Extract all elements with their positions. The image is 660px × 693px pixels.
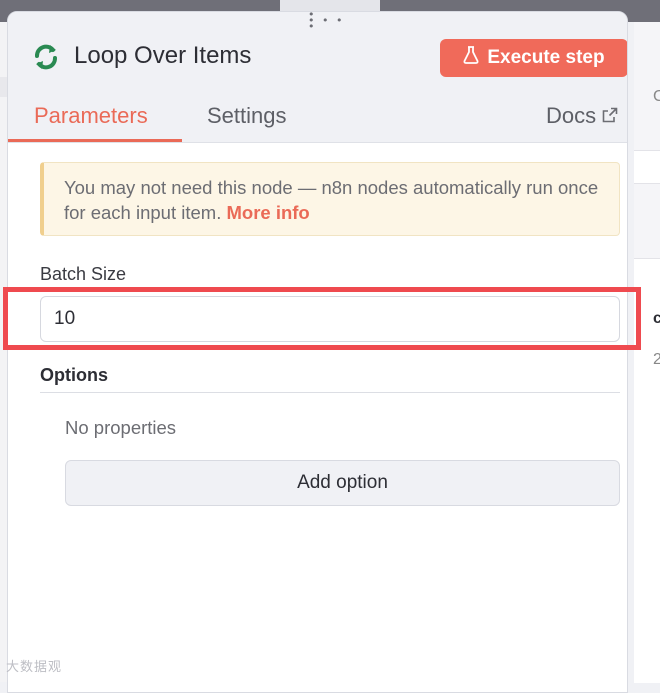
- no-properties-text: No properties: [65, 417, 177, 438]
- external-link-icon: [602, 103, 618, 129]
- node-title[interactable]: Loop Over Items: [74, 42, 251, 70]
- drag-handle-icon[interactable]: • • • •• • • •: [308, 12, 354, 32]
- notice-text: You may not need this node — n8n nodes a…: [64, 177, 599, 223]
- tab-docs[interactable]: Docs: [546, 103, 618, 129]
- cropped-glyph: c: [653, 310, 660, 327]
- add-option-button[interactable]: Add option: [65, 460, 620, 506]
- options-divider: [40, 392, 620, 393]
- tab-parameters[interactable]: Parameters: [34, 103, 148, 129]
- cropped-glyph: 2: [653, 351, 660, 368]
- watermark: 大数据观: [6, 659, 63, 674]
- tab-docs-label: Docs: [546, 103, 597, 128]
- flask-icon: [463, 46, 479, 70]
- batch-size-label: Batch Size: [40, 264, 127, 284]
- panel-header: • • • •• • • • Loop Over Items Execute s…: [8, 12, 627, 143]
- more-info-link[interactable]: More info: [226, 202, 309, 223]
- active-tab-indicator: [8, 139, 182, 142]
- output-panel-tab: [634, 150, 660, 184]
- execute-step-button[interactable]: Execute step: [440, 39, 627, 77]
- cropped-glyph: C: [653, 88, 660, 105]
- info-notice: You may not need this node — n8n nodes a…: [40, 162, 620, 236]
- tab-settings[interactable]: Settings: [207, 103, 287, 129]
- background-output-panel: C c 2: [634, 22, 660, 683]
- highlight-box: [3, 287, 641, 350]
- node-details-panel: • • • •• • • • Loop Over Items Execute s…: [7, 11, 628, 693]
- execute-step-label: Execute step: [487, 47, 605, 68]
- refresh-arrows-icon: [31, 42, 61, 72]
- options-label: Options: [40, 365, 108, 385]
